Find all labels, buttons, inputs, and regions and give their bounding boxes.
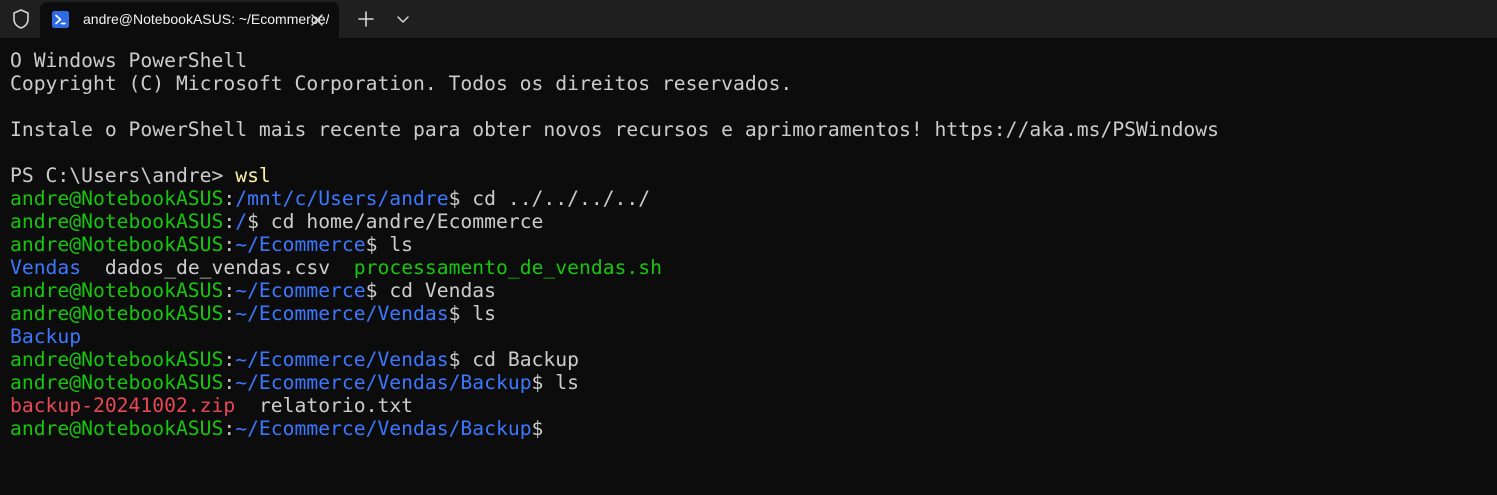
ls-separator — [81, 256, 105, 279]
command-text: cd Backup — [460, 348, 579, 371]
terminal-line: PS C:\Users\andre> wsl — [10, 164, 1490, 187]
terminal-line: andre@NotebookASUS:~/Ecommerce$ ls — [10, 233, 1490, 256]
prompt-dollar: $ — [247, 210, 259, 233]
command-text: cd home/andre/Ecommerce — [258, 210, 544, 233]
terminal-line: O Windows PowerShell — [10, 49, 1490, 72]
prompt-user-host: andre@NotebookASUS — [10, 371, 224, 394]
terminal-line: Backup — [10, 325, 1490, 348]
close-icon[interactable] — [307, 10, 327, 30]
terminal-line: andre@NotebookASUS:~/Ecommerce/Vendas$ l… — [10, 302, 1490, 325]
copyright-text: Copyright (C) Microsoft Corporation. Tod… — [10, 72, 793, 95]
prompt-path: / — [235, 210, 248, 233]
command-text: ls — [460, 302, 496, 325]
ls-directory: Vendas — [10, 256, 82, 279]
prompt-dollar: $ — [531, 371, 544, 394]
terminal-line: Instale o PowerShell mais recente para o… — [10, 118, 1490, 141]
prompt-path: ~/Ecommerce — [235, 279, 366, 302]
ls-separator — [330, 256, 354, 279]
command-text: ls — [543, 371, 579, 394]
chevron-down-icon[interactable] — [390, 6, 416, 32]
tab-active[interactable]: andre@NotebookASUS: ~/Ecommerce/Vendas/B… — [40, 2, 339, 38]
prompt-colon: : — [223, 233, 236, 256]
prompt-dollar: $ — [365, 233, 378, 256]
prompt-path: ~/Ecommerce/Vendas/Backup — [235, 371, 532, 394]
terminal-line: andre@NotebookASUS:~/Ecommerce/Vendas/Ba… — [10, 371, 1490, 394]
prompt-path: ~/Ecommerce/Vendas/Backup — [235, 417, 532, 440]
ls-file: dados_de_vendas.csv — [104, 256, 331, 279]
command-text: ls — [377, 233, 414, 256]
prompt-colon: : — [223, 302, 236, 325]
prompt-colon: : — [223, 417, 236, 440]
prompt-dollar: $ — [448, 302, 461, 325]
terminal-line: backup-20241002.zip relatorio.txt — [10, 394, 1490, 417]
terminal-line-empty — [10, 141, 1490, 164]
prompt-path: ~/Ecommerce/Vendas — [235, 348, 449, 371]
prompt-colon: : — [223, 371, 236, 394]
ls-archive: backup-20241002.zip — [10, 394, 236, 417]
shield-icon[interactable] — [10, 8, 32, 30]
prompt-path: ~/Ecommerce — [235, 233, 366, 256]
prompt-user-host: andre@NotebookASUS — [10, 417, 224, 440]
terminal-line: andre@NotebookASUS:~/Ecommerce/Vendas$ c… — [10, 348, 1490, 371]
prompt-colon: : — [223, 348, 236, 371]
terminal-line: Vendas dados_de_vendas.csv processamento… — [10, 256, 1490, 279]
prompt-user-host: andre@NotebookASUS — [10, 302, 224, 325]
prompt-dollar: $ — [448, 187, 461, 210]
prompt-dollar: $ — [531, 417, 544, 440]
prompt-user-host: andre@NotebookASUS — [10, 233, 224, 256]
banner-text: O Windows PowerShell — [10, 49, 248, 72]
prompt-path: /mnt/c/Users/andre — [235, 187, 449, 210]
command-text: cd Vendas — [377, 279, 496, 302]
prompt-dollar: $ — [365, 279, 378, 302]
terminal-line-empty — [10, 95, 1490, 118]
ps-command: wsl — [235, 164, 271, 187]
prompt-dollar: $ — [448, 348, 461, 371]
ls-file: relatorio.txt — [258, 394, 414, 417]
tab-title: andre@NotebookASUS: ~/Ecommerce/Vendas/B… — [83, 11, 329, 27]
prompt-user-host: andre@NotebookASUS — [10, 210, 224, 233]
terminal-line: andre@NotebookASUS:~/Ecommerce$ cd Venda… — [10, 279, 1490, 302]
terminal-line: Copyright (C) Microsoft Corporation. Tod… — [10, 72, 1490, 95]
terminal-output[interactable]: O Windows PowerShell Copyright (C) Micros… — [10, 49, 1490, 489]
ls-directory: Backup — [10, 325, 82, 348]
command-text: cd ../../../../ — [460, 187, 651, 210]
title-bar: andre@NotebookASUS: ~/Ecommerce/Vendas/B… — [0, 0, 1497, 38]
ps-prompt: PS C:\Users\andre> — [10, 164, 236, 187]
prompt-colon: : — [223, 187, 236, 210]
terminal-line: andre@NotebookASUS:/mnt/c/Users/andre$ c… — [10, 187, 1490, 210]
install-hint-text: Instale o PowerShell mais recente para o… — [10, 118, 1219, 141]
prompt-user-host: andre@NotebookASUS — [10, 187, 224, 210]
prompt-user-host: andre@NotebookASUS — [10, 348, 224, 371]
prompt-path: ~/Ecommerce/Vendas — [235, 302, 449, 325]
terminal-line: andre@NotebookASUS:/$ cd home/andre/Ecom… — [10, 210, 1490, 233]
prompt-colon: : — [223, 210, 236, 233]
prompt-colon: : — [223, 279, 236, 302]
ls-executable: processamento_de_vendas.sh — [353, 256, 662, 279]
plus-icon[interactable] — [352, 6, 380, 32]
terminal-line: andre@NotebookASUS:~/Ecommerce/Vendas/Ba… — [10, 417, 1490, 440]
powershell-icon — [52, 11, 69, 28]
ls-separator — [235, 394, 259, 417]
prompt-user-host: andre@NotebookASUS — [10, 279, 224, 302]
